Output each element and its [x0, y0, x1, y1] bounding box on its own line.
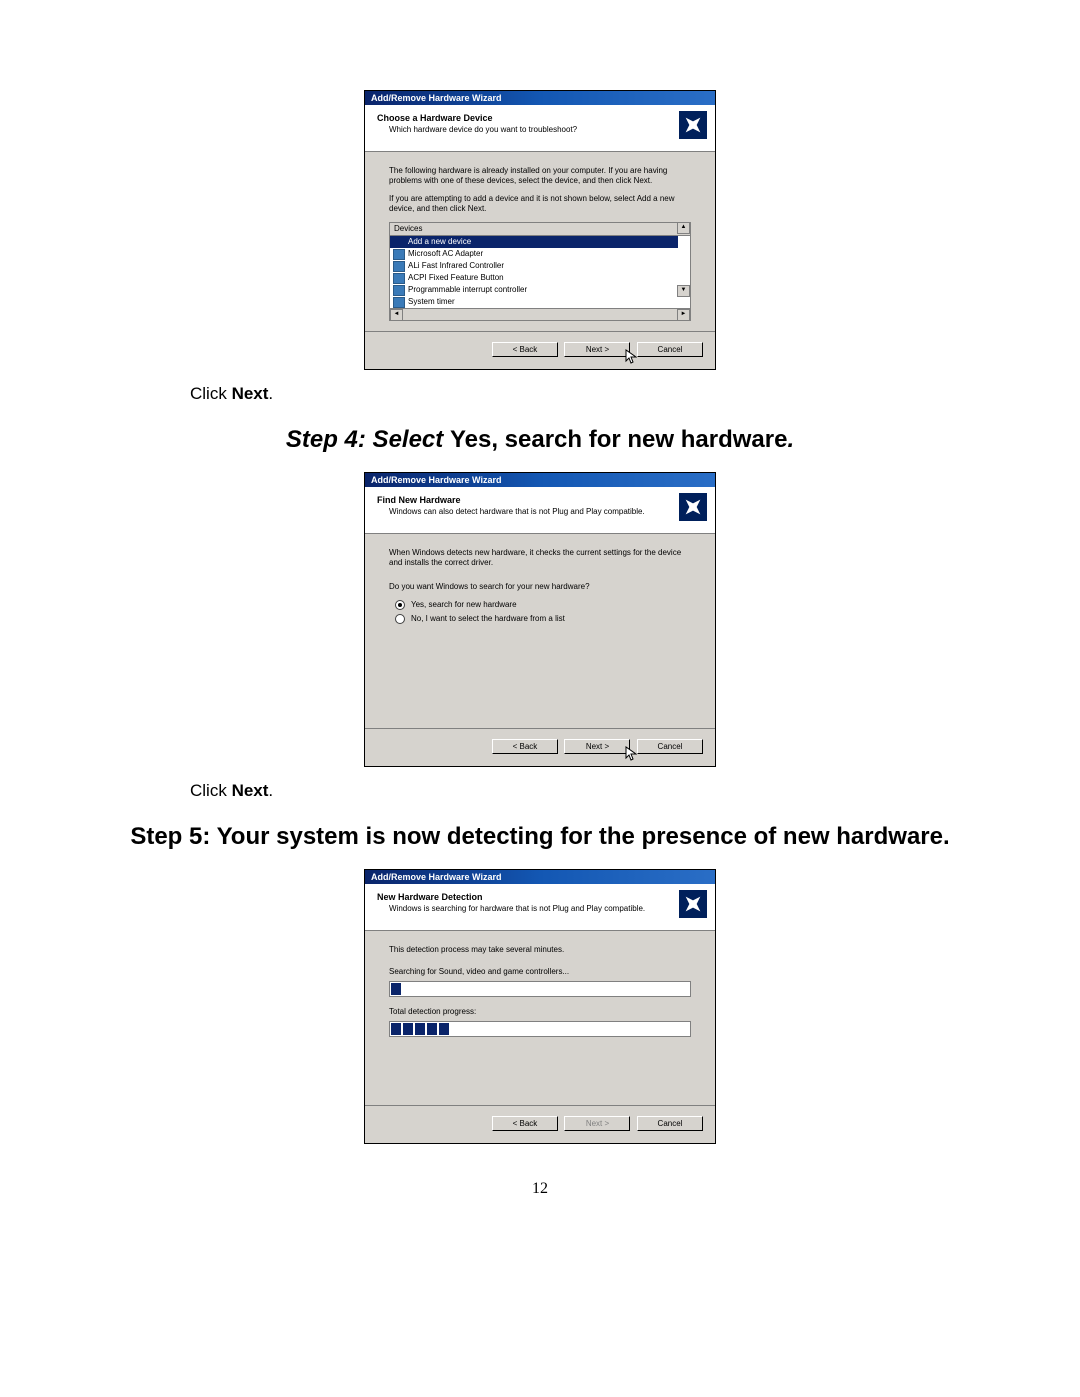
hardware-icon	[679, 111, 707, 139]
instruction-text: Click Next.	[190, 384, 950, 404]
header-subtitle: Windows is searching for hardware that i…	[377, 904, 703, 913]
scroll-down-button[interactable]: ▼	[677, 285, 690, 297]
horizontal-scrollbar[interactable]: ◄ ►	[390, 308, 690, 320]
info-text: When Windows detects new hardware, it ch…	[389, 548, 691, 568]
dialog-header: Choose a Hardware Device Which hardware …	[365, 105, 715, 152]
cancel-button[interactable]: Cancel	[637, 342, 703, 357]
dialog-header: Find New Hardware Windows can also detec…	[365, 487, 715, 534]
radio-yes[interactable]: Yes, search for new hardware	[389, 600, 691, 610]
header-title: New Hardware Detection	[377, 892, 703, 902]
next-button[interactable]: Next >	[564, 342, 630, 357]
detection-note: This detection process may take several …	[389, 945, 691, 955]
header-title: Find New Hardware	[377, 495, 703, 505]
device-icon	[393, 249, 405, 260]
question-text: Do you want Windows to search for your n…	[389, 582, 691, 592]
wizard-dialog-detection: Add/Remove Hardware Wizard New Hardware …	[364, 869, 716, 1144]
radio-button-icon	[395, 600, 405, 610]
hardware-icon	[679, 890, 707, 918]
searching-label: Searching for Sound, video and game cont…	[389, 967, 691, 977]
device-icon	[393, 297, 405, 308]
hardware-icon	[679, 493, 707, 521]
device-icon	[393, 285, 405, 296]
scroll-left-button[interactable]: ◄	[390, 309, 403, 321]
intro-text-2: If you are attempting to add a device an…	[389, 194, 691, 214]
next-button[interactable]: Next >	[564, 739, 630, 754]
cancel-button[interactable]: Cancel	[637, 1116, 703, 1131]
instruction-text: Click Next.	[190, 781, 950, 801]
list-item[interactable]: ACPI Fixed Feature Button	[390, 272, 678, 284]
radio-button-icon	[395, 614, 405, 624]
intro-text-1: The following hardware is already instal…	[389, 166, 691, 186]
step-4-heading: Step 4: Select Yes, search for new hardw…	[130, 426, 950, 454]
scroll-right-button[interactable]: ►	[677, 309, 690, 321]
scroll-up-button[interactable]: ▲	[677, 222, 690, 234]
header-subtitle: Which hardware device do you want to tro…	[377, 125, 703, 134]
dialog-footer: < Back Next > Cancel	[365, 331, 715, 369]
header-title: Choose a Hardware Device	[377, 113, 703, 123]
dialog-body: The following hardware is already instal…	[365, 152, 715, 331]
dialog-body: When Windows detects new hardware, it ch…	[365, 534, 715, 728]
titlebar[interactable]: Add/Remove Hardware Wizard	[365, 91, 715, 105]
list-item[interactable]: Add a new device	[390, 236, 678, 248]
total-progress-label: Total detection progress:	[389, 1007, 691, 1017]
cancel-button[interactable]: Cancel	[637, 739, 703, 754]
titlebar[interactable]: Add/Remove Hardware Wizard	[365, 870, 715, 884]
list-item[interactable]: System timer	[390, 296, 678, 308]
devices-list[interactable]: Devices ▲ Add a new device Microsoft AC …	[389, 222, 691, 321]
list-column-header: Devices ▲	[390, 223, 690, 236]
dialog-header: New Hardware Detection Windows is search…	[365, 884, 715, 931]
next-button: Next >	[564, 1116, 630, 1131]
header-subtitle: Windows can also detect hardware that is…	[377, 507, 703, 516]
back-button[interactable]: < Back	[492, 342, 558, 357]
page-number: 12	[130, 1180, 950, 1198]
list-item[interactable]: Programmable interrupt controller	[390, 284, 678, 296]
dialog-footer: < Back Next > Cancel	[365, 1105, 715, 1143]
back-button[interactable]: < Back	[492, 1116, 558, 1131]
list-item[interactable]: ALi Fast Infrared Controller	[390, 260, 678, 272]
step-5-heading: Step 5: Your system is now detecting for…	[130, 823, 950, 851]
titlebar[interactable]: Add/Remove Hardware Wizard	[365, 473, 715, 487]
radio-no[interactable]: No, I want to select the hardware from a…	[389, 614, 691, 624]
wizard-dialog-choose-device: Add/Remove Hardware Wizard Choose a Hard…	[364, 90, 716, 370]
device-icon	[393, 273, 405, 284]
list-item[interactable]: Microsoft AC Adapter	[390, 248, 678, 260]
device-icon	[393, 261, 405, 272]
category-progress-bar	[389, 981, 691, 997]
total-progress-bar	[389, 1021, 691, 1037]
wizard-dialog-find-hardware: Add/Remove Hardware Wizard Find New Hard…	[364, 472, 716, 767]
dialog-body: This detection process may take several …	[365, 931, 715, 1105]
back-button[interactable]: < Back	[492, 739, 558, 754]
dialog-footer: < Back Next > Cancel	[365, 728, 715, 766]
